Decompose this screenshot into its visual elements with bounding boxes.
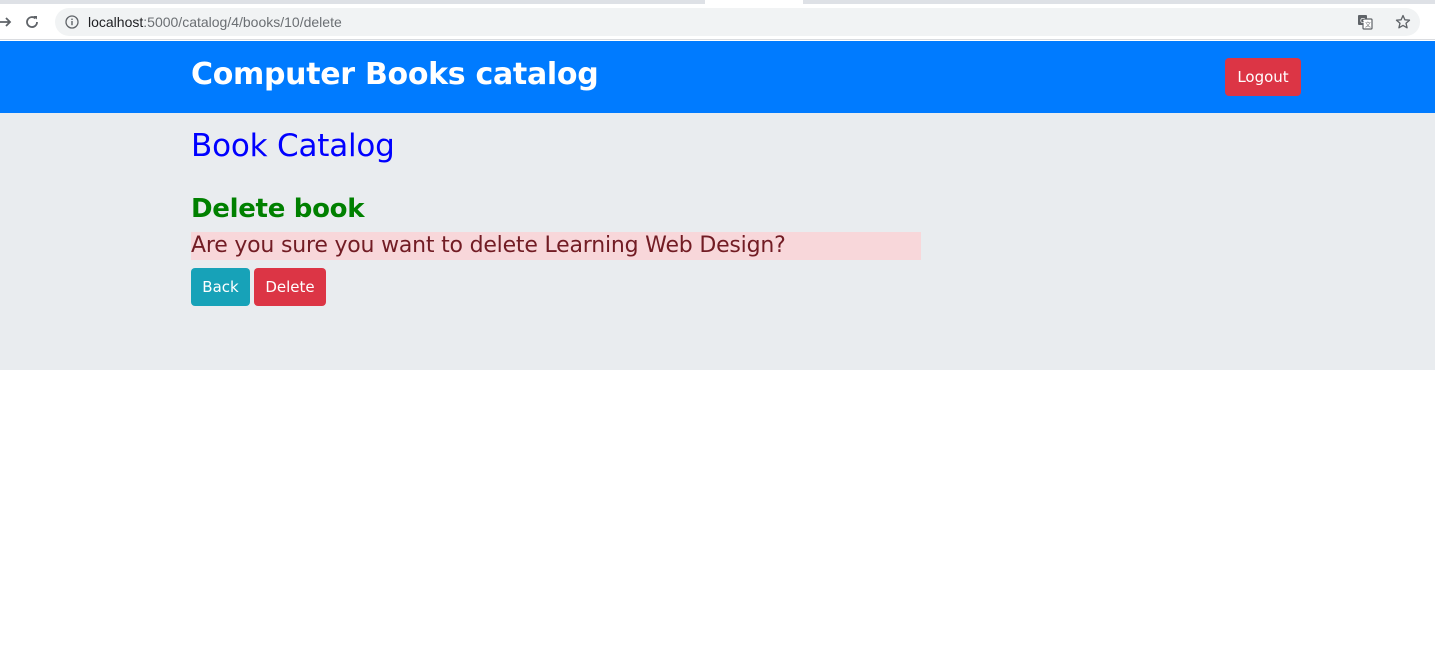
- translate-icon[interactable]: G 文: [1356, 13, 1374, 31]
- forward-arrow-icon[interactable]: [0, 10, 18, 34]
- url-path: :5000/catalog/4/books/10/delete: [143, 14, 342, 30]
- navbar: Computer Books catalog Logout: [0, 41, 1435, 113]
- back-button[interactable]: Back: [191, 268, 250, 306]
- delete-button[interactable]: Delete: [254, 268, 326, 306]
- url-host: localhost: [88, 14, 144, 30]
- reload-icon[interactable]: [20, 10, 44, 34]
- url-text[interactable]: localhost:5000/catalog/4/books/10/delete: [88, 13, 342, 31]
- brand-link[interactable]: Computer Books catalog: [191, 55, 599, 95]
- confirm-message: Are you sure you want to delete Learning…: [191, 232, 921, 260]
- star-icon[interactable]: [1393, 12, 1413, 32]
- main-content: Book Catalog Delete book Are you sure yo…: [0, 113, 1435, 370]
- svg-text:文: 文: [1365, 21, 1371, 29]
- browser-toolbar: localhost:5000/catalog/4/books/10/delete…: [0, 4, 1435, 40]
- section-title: Delete book: [191, 194, 365, 224]
- logout-button[interactable]: Logout: [1225, 58, 1301, 96]
- page-title: Book Catalog: [191, 128, 395, 164]
- address-bar[interactable]: localhost:5000/catalog/4/books/10/delete…: [55, 8, 1420, 36]
- info-icon[interactable]: [64, 14, 80, 30]
